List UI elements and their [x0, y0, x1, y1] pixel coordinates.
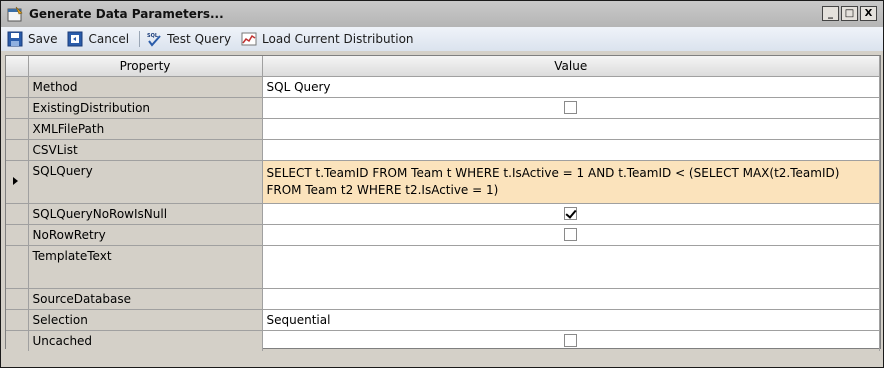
- property-value[interactable]: [262, 245, 880, 289]
- row-selector[interactable]: [6, 330, 29, 352]
- row-selector[interactable]: [6, 139, 29, 161]
- property-name: Method: [28, 76, 263, 98]
- cancel-label: Cancel: [88, 32, 130, 46]
- property-grid[interactable]: Property Value Method SQL Query Existing…: [5, 55, 881, 352]
- table-row[interactable]: CSVList: [6, 139, 880, 161]
- sql-query-no-row-is-null-checkbox[interactable]: [564, 206, 578, 220]
- cancel-icon: [67, 31, 83, 47]
- table-row[interactable]: XMLFilePath: [6, 118, 880, 140]
- title-bar[interactable]: Generate Data Parameters... _ □ X: [1, 1, 883, 27]
- save-button[interactable]: Save: [7, 31, 57, 47]
- row-selector[interactable]: [6, 118, 29, 140]
- property-name: CSVList: [28, 139, 263, 161]
- row-selector[interactable]: [6, 97, 29, 119]
- toolbar-separator: [139, 31, 141, 47]
- table-row[interactable]: Uncached: [6, 330, 880, 352]
- row-selector[interactable]: [6, 245, 29, 289]
- save-label: Save: [28, 32, 58, 46]
- no-row-retry-checkbox[interactable]: [564, 227, 578, 241]
- row-selector[interactable]: [6, 76, 29, 98]
- value-column-header[interactable]: Value: [262, 56, 880, 77]
- property-name: NoRowRetry: [28, 224, 263, 246]
- current-row-arrow-icon: [13, 176, 18, 185]
- toolbar: Save Cancel SQL Test Query Load Current …: [1, 27, 883, 51]
- close-button[interactable]: X: [860, 6, 877, 21]
- row-selector[interactable]: [6, 309, 29, 331]
- row-selector[interactable]: [6, 160, 29, 204]
- load-distribution-button[interactable]: Load Current Distribution: [241, 31, 414, 47]
- property-value[interactable]: SQL Query: [262, 76, 880, 98]
- uncached-checkbox[interactable]: [564, 333, 578, 347]
- property-name: TemplateText: [28, 245, 263, 289]
- status-bar: [1, 351, 883, 367]
- test-query-button[interactable]: SQL Test Query: [146, 31, 231, 47]
- row-header-corner: [6, 56, 29, 77]
- row-selector[interactable]: [6, 224, 29, 246]
- property-name: XMLFilePath: [28, 118, 263, 140]
- property-value[interactable]: [262, 203, 880, 225]
- existing-distribution-checkbox[interactable]: [564, 100, 578, 114]
- line-chart-icon: [241, 31, 257, 47]
- generate-data-parameters-window: Generate Data Parameters... _ □ X Save C…: [0, 0, 884, 368]
- minimize-button[interactable]: _: [822, 6, 839, 21]
- sql-query-value[interactable]: SELECT t.TeamID FROM Team t WHERE t.IsAc…: [262, 160, 880, 204]
- property-value[interactable]: [262, 97, 880, 119]
- maximize-button[interactable]: □: [841, 6, 858, 21]
- property-name: ExistingDistribution: [28, 97, 263, 119]
- test-query-label: Test Query: [167, 32, 232, 46]
- property-column-header[interactable]: Property: [28, 56, 263, 77]
- table-row[interactable]: SourceDatabase: [6, 288, 880, 310]
- property-name: Uncached: [28, 330, 263, 352]
- row-selector[interactable]: [6, 203, 29, 225]
- cancel-button[interactable]: Cancel: [67, 31, 129, 47]
- window-controls: _ □ X: [822, 6, 877, 21]
- row-selector[interactable]: [6, 288, 29, 310]
- property-name: SQLQueryNoRowIsNull: [28, 203, 263, 225]
- app-icon: [7, 6, 23, 22]
- table-row[interactable]: Method SQL Query: [6, 76, 880, 98]
- property-value[interactable]: [262, 288, 880, 310]
- property-value[interactable]: [262, 139, 880, 161]
- window-title: Generate Data Parameters...: [29, 7, 224, 21]
- property-name: SourceDatabase: [28, 288, 263, 310]
- table-row[interactable]: TemplateText: [6, 245, 880, 289]
- property-value[interactable]: Sequential: [262, 309, 880, 331]
- sql-check-icon: SQL: [146, 31, 162, 47]
- table-row-active[interactable]: SQLQuery SELECT t.TeamID FROM Team t WHE…: [6, 160, 880, 204]
- load-distribution-label: Load Current Distribution: [262, 32, 414, 46]
- property-name: Selection: [28, 309, 263, 331]
- floppy-disk-icon: [7, 31, 23, 47]
- property-value[interactable]: [262, 118, 880, 140]
- table-row[interactable]: ExistingDistribution: [6, 97, 880, 119]
- grid-header-row: Property Value: [6, 56, 880, 77]
- table-row[interactable]: Selection Sequential: [6, 309, 880, 331]
- table-row[interactable]: NoRowRetry: [6, 224, 880, 246]
- property-value[interactable]: [262, 224, 880, 246]
- property-value[interactable]: [262, 330, 880, 352]
- table-row[interactable]: SQLQueryNoRowIsNull: [6, 203, 880, 225]
- property-name: SQLQuery: [28, 160, 263, 204]
